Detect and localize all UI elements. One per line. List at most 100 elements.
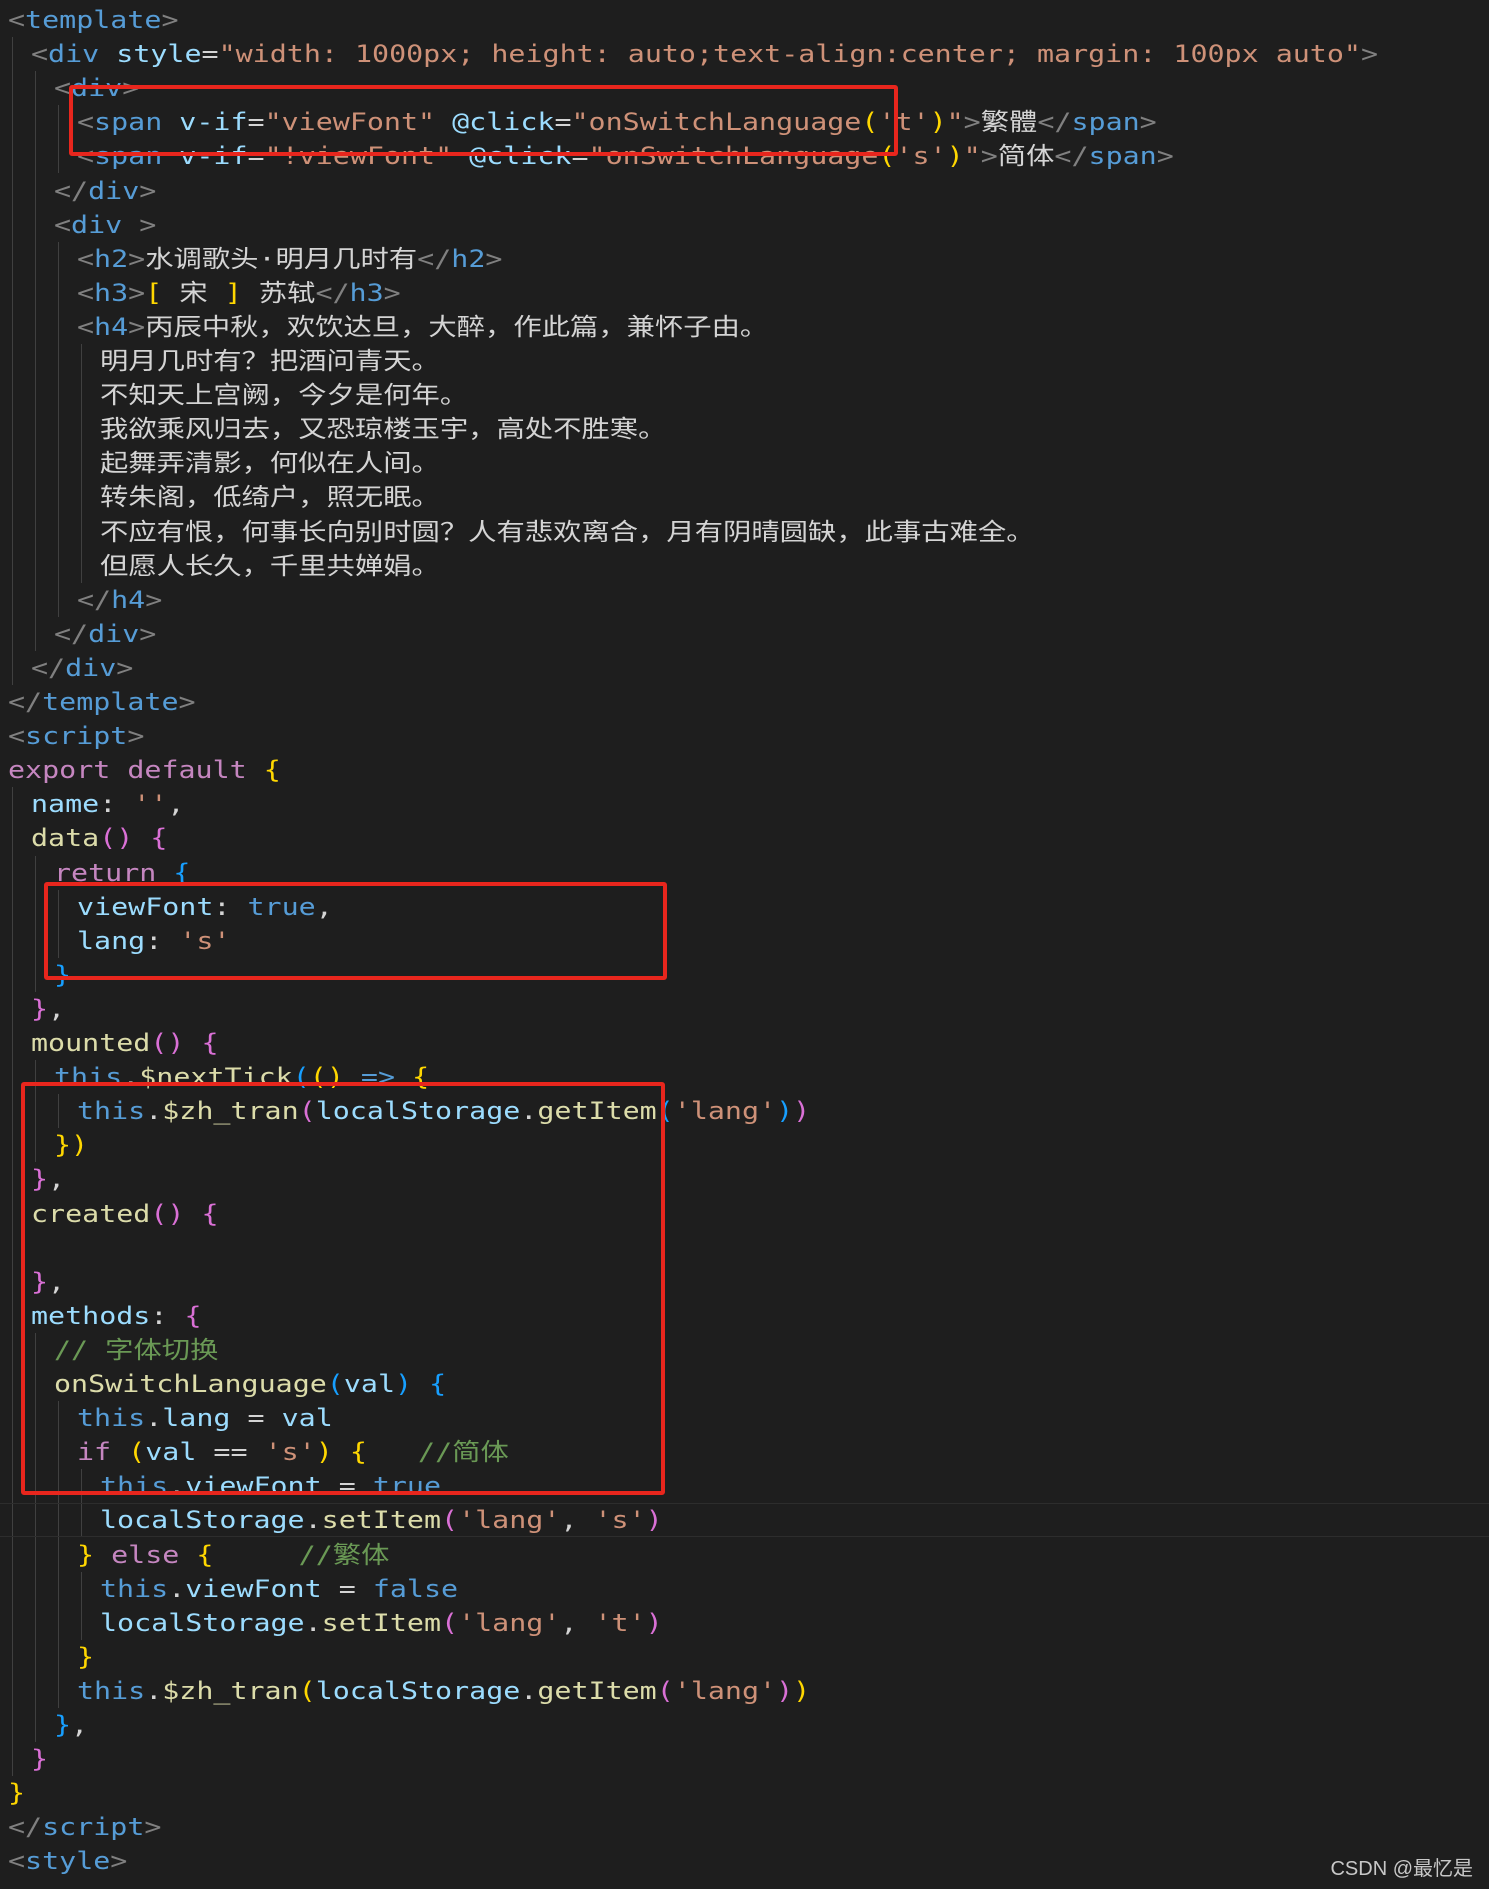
code-token: > — [139, 176, 157, 205]
indent-guide — [58, 241, 59, 617]
code-token: } — [77, 1642, 95, 1671]
code-token: ( — [441, 1608, 459, 1637]
code-token: } — [31, 1745, 49, 1774]
code-token: '' — [133, 790, 168, 819]
code-token: 's' — [594, 1506, 646, 1535]
code-token: this — [77, 1676, 146, 1705]
code-line: this.viewFont = false — [100, 1572, 458, 1606]
code-token: > — [127, 722, 145, 751]
indent-guide — [35, 855, 36, 992]
code-token: h2 — [451, 244, 486, 273]
code-token: //繁体 — [213, 1540, 390, 1569]
code-token: 明月几时有？把酒问青天。 — [100, 347, 440, 375]
code-line: <script> — [8, 719, 144, 753]
code-token: </ — [54, 176, 89, 205]
indent-guide — [35, 71, 36, 651]
code-token: > — [110, 1847, 128, 1876]
code-token: () — [150, 1029, 185, 1057]
code-token: script — [42, 1813, 145, 1842]
code-token: getItem — [537, 1676, 657, 1705]
code-token: < — [77, 278, 95, 307]
code-token: > — [161, 6, 179, 34]
code-token: mounted — [31, 1029, 151, 1057]
code-line: export default { — [8, 753, 281, 787]
code-token: 简体 — [997, 142, 1055, 171]
code-line: 不应有恨，何事长向别时圆？人有悲欢离合，月有阴晴圆缺，此事古难全。 — [100, 515, 1035, 549]
code-token: > — [128, 312, 146, 341]
code-token: </ — [54, 619, 89, 648]
code-token: h3 — [349, 278, 384, 307]
code-token: < — [77, 312, 95, 341]
code-line: 但愿人长久，千里共婵娟。 — [100, 549, 440, 583]
code-token: ( — [656, 1676, 674, 1705]
code-token: 'lang' — [458, 1506, 561, 1535]
indent-guide — [12, 37, 13, 685]
code-token: this — [100, 1574, 169, 1603]
code-line: } — [77, 1640, 94, 1674]
code-token: viewFont — [185, 1574, 322, 1603]
code-token: . — [168, 1574, 186, 1603]
code-token: div — [88, 176, 140, 205]
code-token: > — [963, 108, 981, 137]
code-token: data — [31, 824, 100, 853]
code-token: </ — [1054, 142, 1089, 171]
code-line: <div style="width: 1000px; height: auto;… — [31, 37, 1378, 71]
code-token: ) — [645, 1608, 663, 1637]
indent-guide — [81, 344, 82, 583]
indent-guide — [81, 1571, 82, 1640]
code-line: localStorage.setItem('lang', 's') — [100, 1503, 663, 1537]
code-token: ) — [776, 1097, 794, 1126]
code-line: data() { — [31, 821, 167, 855]
code-token: div — [48, 40, 100, 69]
code-token: < — [8, 722, 26, 751]
code-token: 起舞弄清影，何似在人间。 — [100, 449, 440, 478]
code-token: < — [31, 40, 49, 69]
code-token: ( — [441, 1506, 459, 1535]
code-token: . — [145, 1676, 163, 1705]
indent-guide — [12, 787, 13, 1777]
code-token: 宋 — [162, 278, 225, 307]
code-token: 繁體 — [980, 108, 1038, 137]
code-token: h2 — [94, 244, 129, 273]
code-line: 转朱阁，低绮户，照无眠。 — [100, 480, 440, 514]
code-token: : — [99, 790, 134, 819]
code-line: 我欲乘风归去，又恐琼楼玉宇，高处不胜寒。 — [100, 412, 666, 446]
code-token: </ — [77, 585, 112, 614]
code-token: 我欲乘风归去，又恐琼楼玉宇，高处不胜寒。 — [100, 415, 667, 444]
code-token: 'lang' — [673, 1097, 777, 1126]
code-token: { — [150, 824, 168, 853]
code-token: < — [77, 244, 95, 273]
code-token: else — [94, 1540, 197, 1569]
code-token: </ — [315, 278, 350, 307]
code-token: " — [946, 108, 964, 137]
code-token: setItem — [321, 1608, 442, 1637]
code-token: template — [42, 688, 179, 716]
code-token: > — [178, 688, 196, 716]
code-token: } — [31, 994, 49, 1023]
code-token: h4 — [94, 312, 129, 341]
code-line: </div> — [31, 651, 133, 685]
code-token: { — [201, 1029, 219, 1057]
code-token: , — [71, 1711, 89, 1739]
code-token: ) — [946, 142, 964, 171]
code-token: "width: 1000px; height: auto;text-align:… — [218, 40, 1361, 69]
code-line: mounted() { — [31, 1026, 219, 1060]
code-token: false — [372, 1574, 459, 1603]
code-line: 起舞弄清影，何似在人间。 — [100, 446, 440, 480]
code-line: name: '', — [31, 787, 184, 821]
code-editor[interactable]: <template> <div style="width: 1000px; hei… — [0, 0, 1489, 1889]
indent-guide — [58, 105, 59, 174]
code-token: h3 — [94, 278, 129, 307]
code-token: ( — [298, 1676, 316, 1705]
code-token: template — [25, 6, 162, 34]
code-token: 不知天上宫阙，今夕是何年。 — [100, 381, 469, 410]
red-highlight-box-mounted-nexttick-block — [44, 882, 667, 980]
code-token: > — [145, 585, 163, 614]
code-token: ) — [793, 1097, 811, 1126]
code-line: <h2>水调歌头·明月几时有</h2> — [77, 242, 502, 276]
code-token: . — [520, 1676, 538, 1705]
code-token: </ — [8, 1813, 43, 1842]
code-token: . — [304, 1506, 322, 1535]
code-token: ] — [224, 278, 242, 307]
